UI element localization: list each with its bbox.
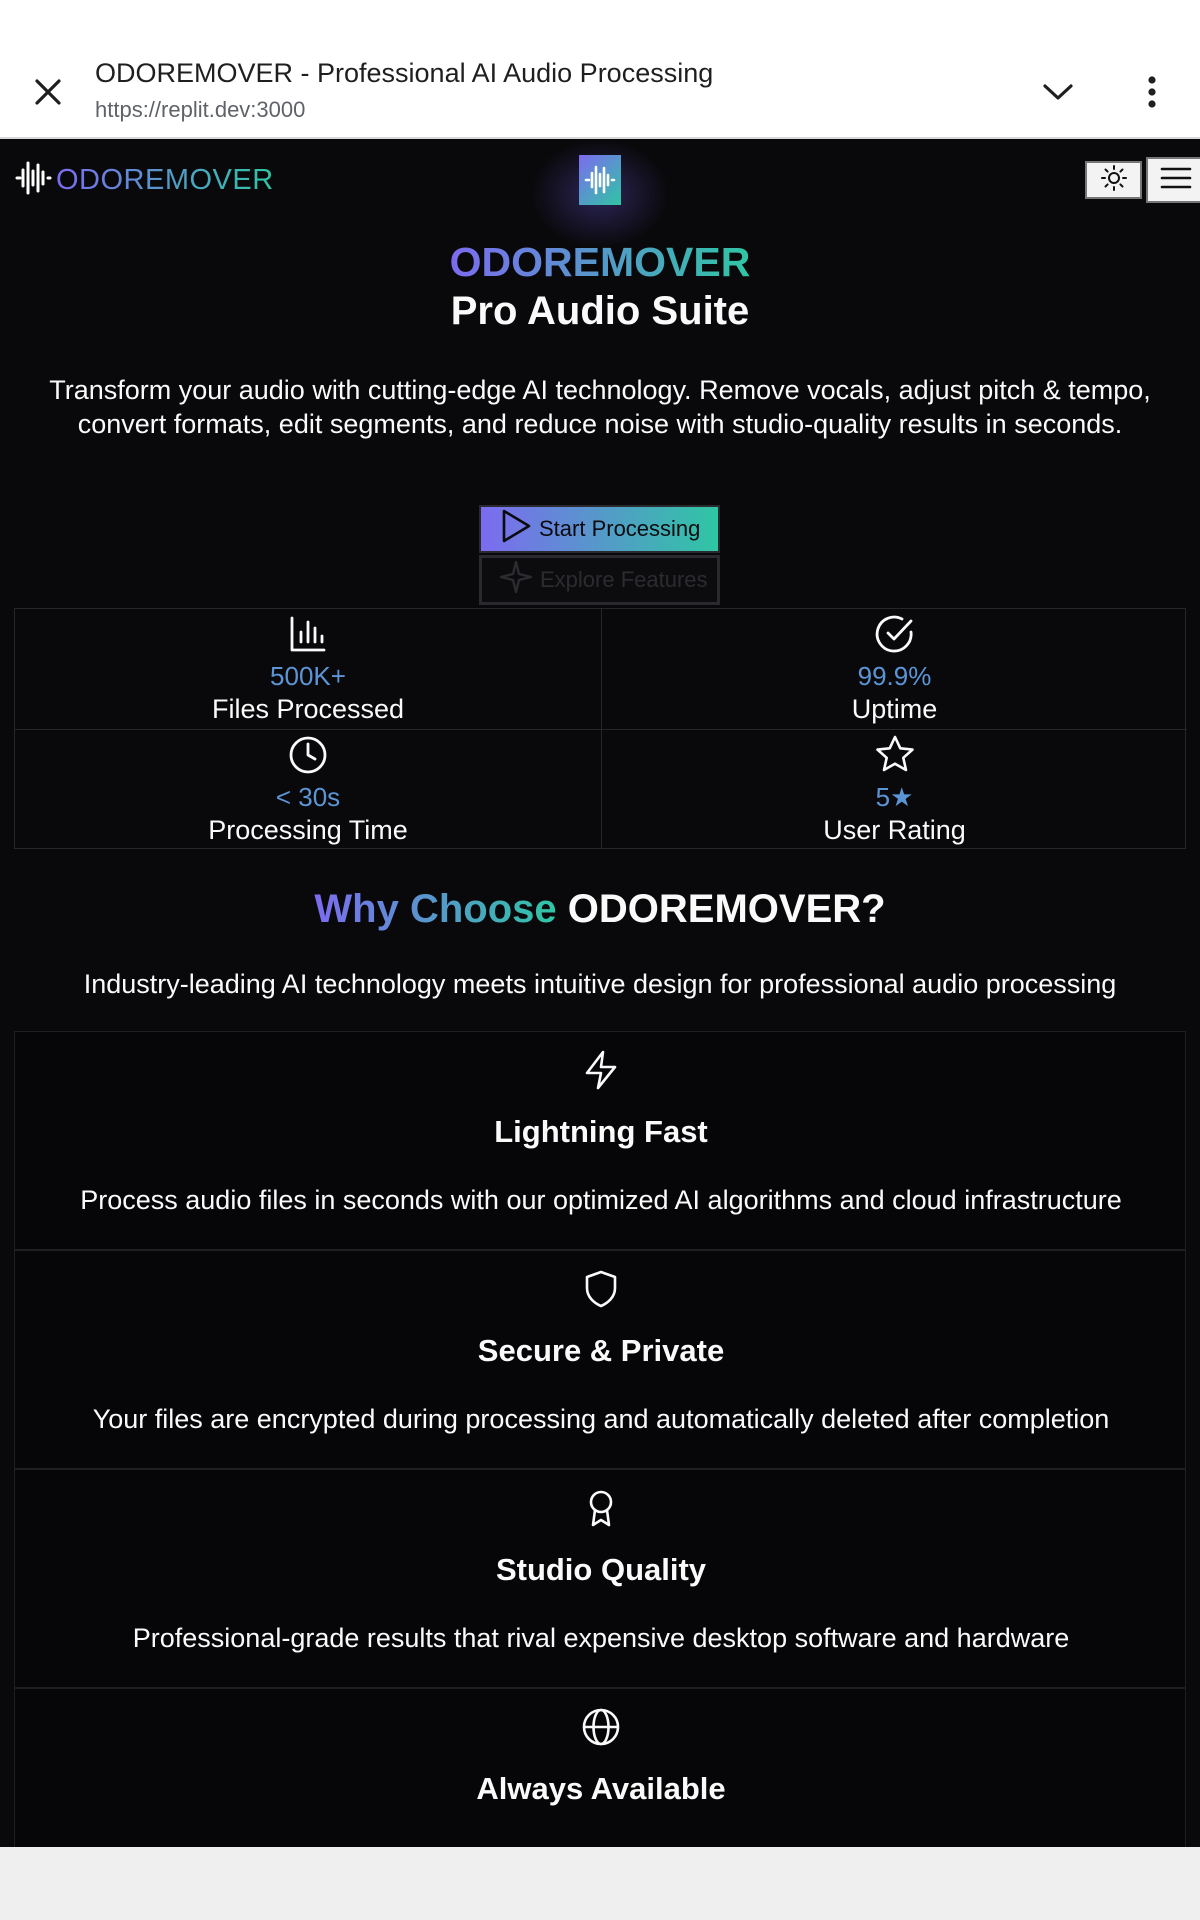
stat-label: User Rating [823, 815, 966, 845]
check-circle-icon [602, 613, 1187, 655]
browser-bottom-area [0, 1847, 1200, 1920]
stat-files-processed: 500K+ Files Processed [15, 609, 601, 729]
explore-features-label: Explore Features [540, 567, 708, 592]
waveform-icon [579, 155, 621, 205]
feature-card-studio-quality: Studio Quality Professional-grade result… [14, 1469, 1186, 1688]
features-list: Lightning Fast Process audio files in se… [14, 1031, 1186, 1847]
hero-description: Transform your audio with cutting-edge A… [49, 375, 1151, 439]
menu-button[interactable] [1146, 157, 1200, 203]
feature-description: Process audio files in seconds with our … [80, 1185, 1122, 1215]
stats-grid: 500K+ Files Processed 99.9% Uptime < 30s… [14, 608, 1187, 849]
why-title-brand: ODOREMOVER? [567, 887, 886, 931]
explore-features-button[interactable]: Explore Features [479, 555, 720, 605]
feature-description: Your files are encrypted during processi… [92, 1404, 1110, 1434]
stat-value: < 30s [275, 782, 341, 812]
why-title-accent: Why Choose [314, 887, 557, 931]
stat-value: 500K+ [270, 661, 346, 691]
feature-description: Professional-grade results that rival ex… [132, 1623, 1070, 1653]
globe-icon [15, 1705, 1187, 1749]
sun-icon [1100, 164, 1128, 197]
stat-label: Files Processed [211, 694, 405, 724]
close-icon[interactable] [24, 68, 72, 116]
feature-title: Studio Quality [495, 1552, 707, 1587]
why-choose-title: Why Choose ODOREMOVER? [0, 887, 1200, 932]
stat-value: 5★ [875, 782, 914, 812]
feature-title: Secure & Private [477, 1333, 725, 1368]
feature-title: Always Available [476, 1771, 726, 1806]
award-icon [15, 1486, 1187, 1530]
browser-page-title: ODOREMOVER - Professional AI Audio Proce… [95, 58, 714, 88]
stat-processing-time: < 30s Processing Time [15, 729, 601, 849]
feature-title: Lightning Fast [494, 1114, 708, 1149]
app-viewport: ODOREMOVER ODOREMOVER Pro Audio Suite Tr… [0, 139, 1200, 1847]
hero-subtitle: Pro Audio Suite [450, 289, 750, 333]
feature-card-secure-private: Secure & Private Your files are encrypte… [14, 1250, 1186, 1469]
stat-label: Processing Time [208, 815, 408, 845]
sparkles-icon [498, 559, 534, 601]
feature-card-always-available: Always Available [14, 1688, 1186, 1847]
stat-uptime: 99.9% Uptime [601, 609, 1187, 729]
header-brand-text: ODOREMOVER [56, 164, 274, 196]
bar-chart-icon [15, 613, 601, 655]
stat-user-rating: 5★ User Rating [601, 729, 1187, 849]
stat-value: 99.9% [857, 661, 932, 691]
shield-icon [15, 1267, 1187, 1311]
browser-url[interactable]: https://replit.dev:3000 [95, 97, 305, 123]
lightning-icon [15, 1048, 1187, 1092]
hero-brand-text: ODOREMOVER [449, 239, 751, 285]
start-processing-label: Start Processing [539, 516, 701, 541]
more-options-icon[interactable] [1128, 68, 1176, 116]
browser-toolbar: ODOREMOVER - Professional AI Audio Proce… [0, 0, 1200, 139]
chevron-down-icon[interactable] [1032, 68, 1084, 116]
hero-brand: ODOREMOVER [0, 239, 1200, 286]
waveform-icon [14, 159, 52, 202]
stat-label: Uptime [851, 694, 938, 724]
theme-toggle-button[interactable] [1085, 161, 1142, 199]
hamburger-icon [1159, 164, 1193, 197]
clock-icon [15, 734, 601, 776]
why-choose-subtitle: Industry-leading AI technology meets int… [83, 969, 1117, 999]
play-icon [499, 508, 533, 550]
header-logo[interactable]: ODOREMOVER [14, 159, 274, 202]
star-icon [602, 734, 1187, 776]
feature-card-lightning-fast: Lightning Fast Process audio files in se… [14, 1031, 1186, 1250]
start-processing-button[interactable]: Start Processing [479, 505, 720, 553]
